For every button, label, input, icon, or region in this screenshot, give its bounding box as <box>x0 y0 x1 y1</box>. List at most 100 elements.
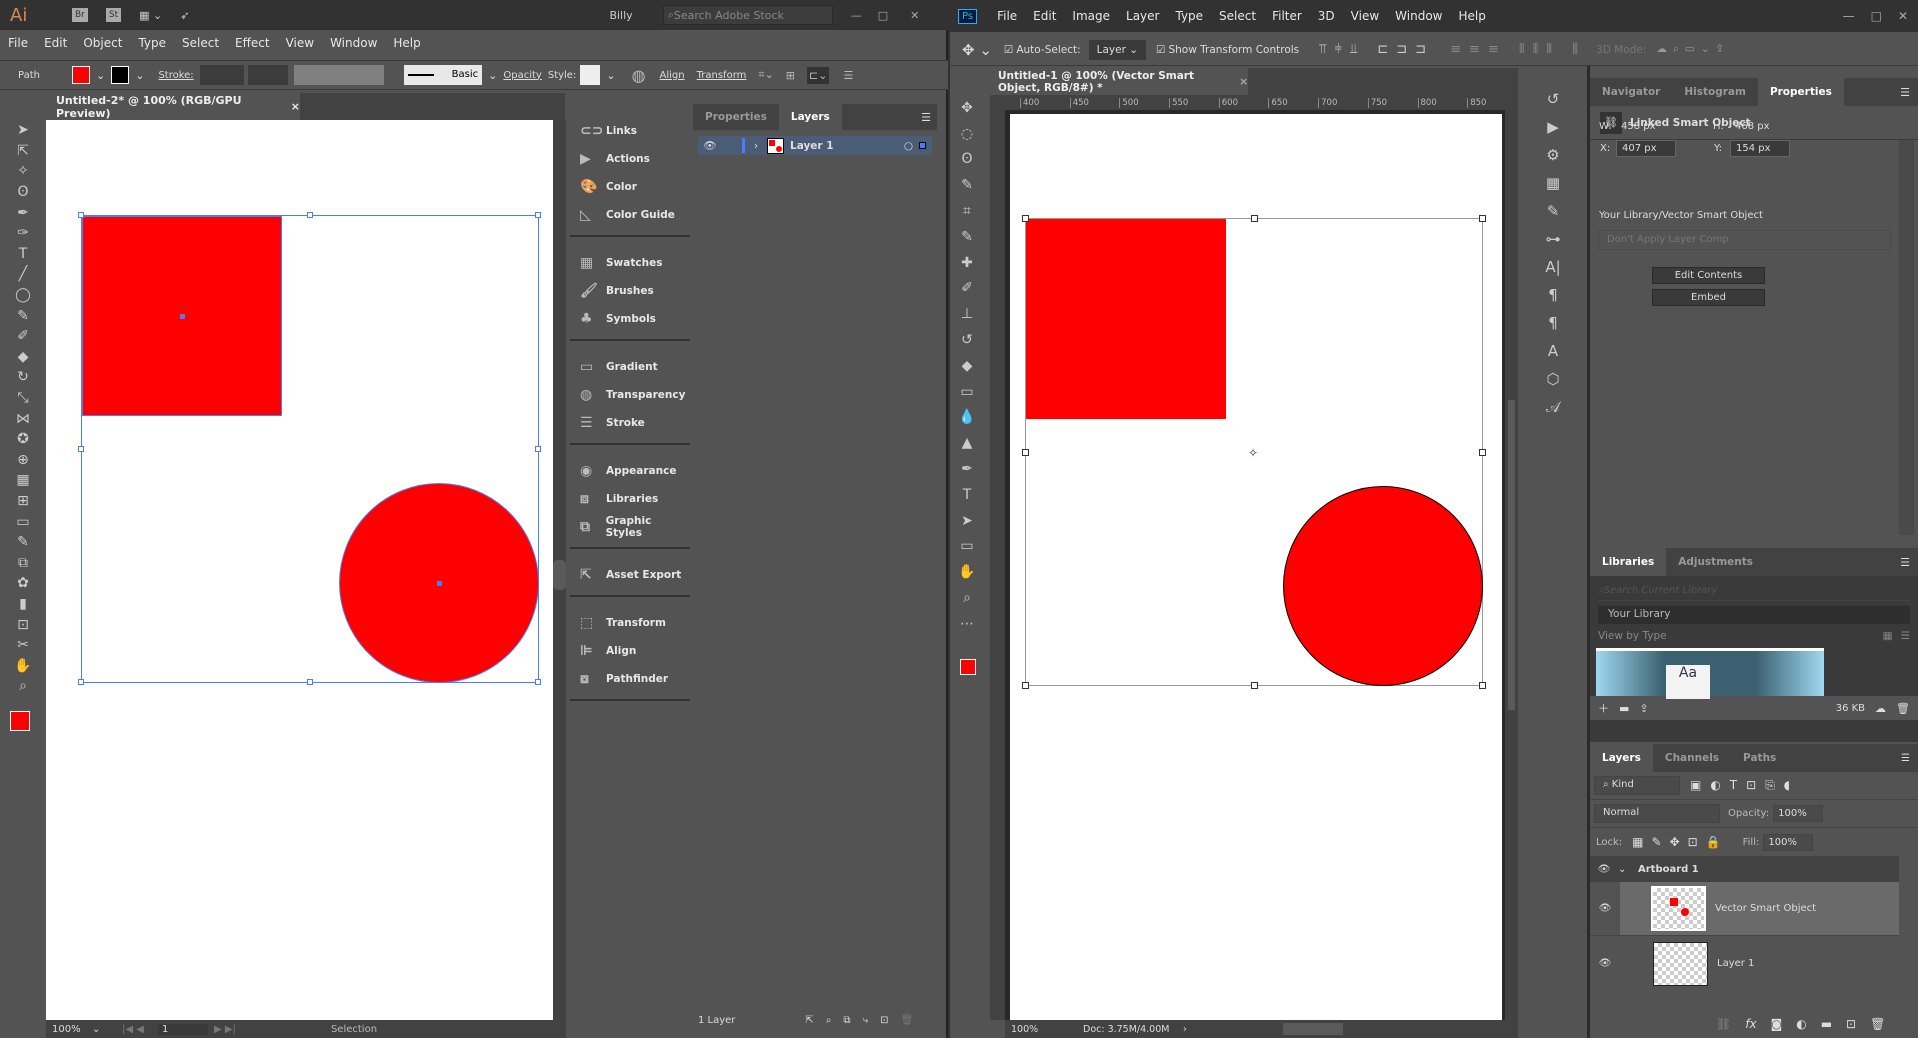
menu-file[interactable]: File <box>8 36 28 50</box>
dock-item-actions[interactable]: ▶ Actions <box>570 145 690 173</box>
panel-menu-icon[interactable]: ☰ <box>1900 86 1910 99</box>
link-layers-icon[interactable]: ⛓ <box>1716 1017 1731 1031</box>
zoom-tool-icon[interactable]: ⌕ <box>8 676 38 697</box>
tab-paths[interactable]: Paths <box>1731 744 1788 772</box>
menu-type[interactable]: Type <box>1175 9 1203 23</box>
menu-file[interactable]: File <box>997 9 1017 23</box>
menu-object[interactable]: Object <box>83 36 122 50</box>
blend-tool-icon[interactable]: ⧉ <box>8 552 38 573</box>
tab-navigator[interactable]: Navigator <box>1590 78 1672 106</box>
panel-menu-icon[interactable]: ☰ <box>1901 753 1910 764</box>
target-circle-icon[interactable]: ○ <box>904 140 913 152</box>
layer-name[interactable]: Vector Smart Object <box>1715 903 1816 914</box>
adjust-panel-icon[interactable]: ⊶ <box>1520 225 1586 253</box>
style-swatch[interactable] <box>580 65 601 85</box>
dock-item-asset-export[interactable]: ⇱ Asset Export <box>570 561 690 589</box>
align-link[interactable]: Align <box>660 70 685 81</box>
dock-item-stroke[interactable]: ☰ Stroke <box>570 409 690 437</box>
status-menu-arrow[interactable]: › <box>1183 1024 1203 1035</box>
paragraph-styles-panel-icon[interactable]: ¶ <box>1520 309 1586 337</box>
layer-row[interactable]: 👁 › Layer 1 ○ <box>698 136 932 155</box>
stock-button[interactable]: St <box>105 8 122 22</box>
dock-item-color[interactable]: 🎨 Color <box>570 173 690 201</box>
transform-bounding-box[interactable]: ✧ <box>1022 215 1486 689</box>
zoom-level[interactable]: 100% <box>1005 1024 1053 1035</box>
layer-name[interactable]: Layer 1 <box>1717 958 1754 969</box>
visibility-eye-icon[interactable]: 👁 <box>698 139 722 152</box>
blur-tool-icon[interactable]: 💧 <box>952 405 982 431</box>
current-tool[interactable]: Selection <box>254 1024 454 1035</box>
red-square[interactable] <box>1026 219 1226 419</box>
brush-tool-icon[interactable]: ✐ <box>952 276 982 302</box>
hand-tool-icon[interactable]: ✋ <box>8 655 38 676</box>
library-search-input[interactable]: ⌕ Search Current Library <box>1598 581 1910 601</box>
layer-row-layer-1[interactable]: 👁 Layer 1 <box>1590 936 1899 991</box>
eyedropper-tool-icon[interactable]: ✎ <box>952 224 982 250</box>
new-group-icon[interactable]: ▬ <box>1821 1017 1832 1031</box>
tab-libraries[interactable]: Libraries <box>1590 548 1667 576</box>
panel-menu-icon[interactable]: ☰ <box>1900 556 1910 569</box>
panel-menu-icon[interactable]: ☰ <box>921 111 931 124</box>
properties-scrollbar[interactable] <box>1899 140 1914 535</box>
history-brush-tool-icon[interactable]: ↺ <box>952 327 982 353</box>
filter-kind-dropdown[interactable]: ⌕ Kind <box>1594 776 1680 795</box>
brush-name[interactable]: Basic <box>451 65 483 85</box>
opacity-input[interactable]: 100% <box>1773 805 1824 822</box>
artboard-number[interactable]: 1 <box>158 1023 208 1035</box>
library-dropdown[interactable]: Your Library <box>1598 606 1910 624</box>
locate-object-icon[interactable]: ⌕ <box>826 1015 832 1026</box>
x-input[interactable]: 407 px <box>1616 140 1676 157</box>
visibility-eye-icon[interactable]: 👁 <box>1590 864 1618 875</box>
move-tool-icon[interactable]: ✥ ⌄ <box>962 41 992 59</box>
close-tab-icon[interactable]: × <box>291 100 300 113</box>
stroke-weight-input[interactable] <box>199 65 244 85</box>
visibility-eye-icon[interactable]: 👁 <box>1590 958 1620 969</box>
minimize-button[interactable]: — <box>851 9 862 22</box>
artboard-nav-prev[interactable]: |◀ ◀ <box>122 1024 158 1035</box>
add-element-icon[interactable]: ＋ <box>1598 700 1609 716</box>
actions-panel-icon[interactable]: ▶ <box>1520 113 1586 141</box>
new-layer-icon[interactable]: ⊡ <box>880 1015 888 1026</box>
dock-item-pathfinder[interactable]: ⧇ Pathfinder <box>570 665 690 693</box>
menu-select[interactable]: Select <box>1219 9 1256 23</box>
menu-3d[interactable]: 3D <box>1318 9 1335 23</box>
ai-artboard[interactable] <box>46 120 553 1020</box>
selection-bounding-box[interactable] <box>78 212 541 685</box>
opacity-label[interactable]: Opacity <box>503 70 541 81</box>
brush-definition[interactable] <box>403 65 452 85</box>
artboard-tool-icon[interactable]: ⊡ <box>8 614 38 635</box>
fx-icon[interactable]: fx <box>1745 1017 1756 1031</box>
dock-item-transform[interactable]: ⬚ Transform <box>570 609 690 637</box>
pen-tool-icon[interactable]: ✒ <box>8 202 38 223</box>
mesh-tool-icon[interactable]: ⊞ <box>8 491 38 512</box>
export-icon[interactable]: ⇱ <box>805 1015 813 1026</box>
dock-item-brushes[interactable]: 🖌 Brushes <box>570 277 690 305</box>
pen-tool-icon[interactable]: ✒ <box>952 456 982 482</box>
dock-item-gradient[interactable]: ▭ Gradient <box>570 353 690 381</box>
dock-item-align[interactable]: ⊫ Align <box>570 637 690 665</box>
lock-icons[interactable]: ▦✎✥⊡🔒 <box>1632 835 1728 849</box>
add-mask-icon[interactable]: ◙ <box>1771 1017 1783 1031</box>
stroke-swatch[interactable] <box>111 66 130 84</box>
gradient-tool-icon[interactable]: ▭ <box>952 379 982 405</box>
dock-item-links[interactable]: ⊂⊃ Links <box>570 117 690 145</box>
type-tool-icon[interactable]: T <box>952 482 982 508</box>
tab-properties[interactable]: Properties <box>1757 78 1844 106</box>
type-tool-icon[interactable]: T <box>8 244 38 265</box>
tab-layers[interactable]: Layers <box>778 104 842 130</box>
menu-window[interactable]: Window <box>330 36 377 50</box>
menu-select[interactable]: Select <box>182 36 219 50</box>
rectangle-tool-icon[interactable]: ▭ <box>952 534 982 560</box>
rotate-tool-icon[interactable]: ↻ <box>8 367 38 388</box>
clone-stamp-tool-icon[interactable]: ⊥ <box>952 301 982 327</box>
dock-item-transparency[interactable]: ◍ Transparency <box>570 381 690 409</box>
panel-menu-icon[interactable]: ☰ <box>843 69 853 82</box>
more-options-icon[interactable]: ⊏⌄ <box>807 66 830 84</box>
maximize-button[interactable]: □ <box>878 9 888 22</box>
eraser-tool-icon[interactable]: ◆ <box>8 347 38 368</box>
blend-mode-dropdown[interactable]: Normal <box>1594 804 1720 823</box>
menu-help[interactable]: Help <box>393 36 420 50</box>
dock-item-color-guide[interactable]: ◺ Color Guide <box>570 201 690 229</box>
transform-link[interactable]: Transform <box>697 70 747 81</box>
folder-icon[interactable]: ▬ <box>1619 702 1629 715</box>
